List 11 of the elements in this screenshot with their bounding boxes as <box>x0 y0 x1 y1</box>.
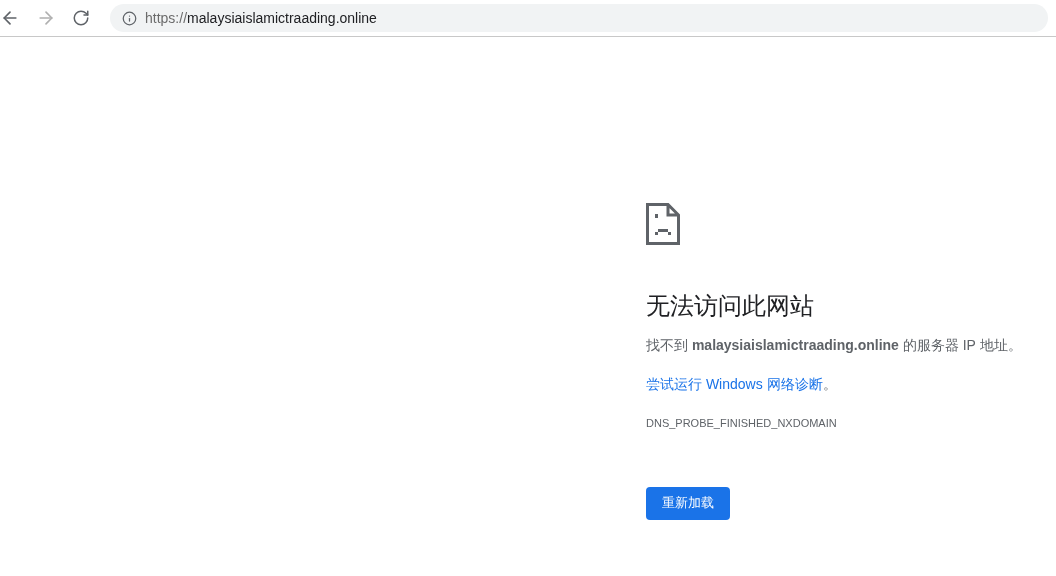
info-icon[interactable] <box>122 10 137 26</box>
error-title: 无法访问此网站 <box>646 291 814 321</box>
error-code: DNS_PROBE_FINISHED_NXDOMAIN <box>646 416 837 431</box>
url-text: https://malaysiaislamictraading.online <box>145 8 377 28</box>
address-bar[interactable]: https://malaysiaislamictraading.online <box>110 4 1048 32</box>
reload-button[interactable]: 重新加载 <box>646 486 730 520</box>
error-message: 找不到 malaysiaislamictraading.online 的服务器 IP 地址。 <box>646 336 1022 355</box>
sad-document-icon <box>646 203 680 245</box>
diagnostics-link[interactable]: 尝试运行 Windows 网络诊断 <box>646 376 823 392</box>
sentence-end: 。 <box>822 376 837 392</box>
reload-icon[interactable] <box>72 9 90 27</box>
